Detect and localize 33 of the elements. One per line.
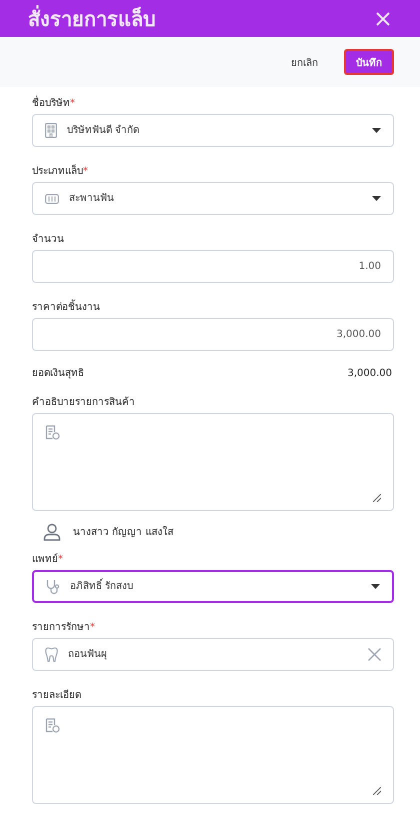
person-icon — [43, 523, 61, 541]
field-label: แพทย์* — [32, 553, 63, 566]
close-icon[interactable] — [376, 12, 390, 26]
number-field[interactable]: 1.00 — [32, 250, 394, 283]
note-icon — [45, 718, 60, 733]
resize-grip-icon[interactable] — [373, 494, 381, 502]
cancel-button[interactable]: ยกเลิก — [285, 50, 324, 74]
total-amount: 3,000.00 — [347, 367, 392, 380]
number-field[interactable]: 3,000.00 — [32, 318, 394, 351]
dropdown-caret-icon[interactable] — [371, 584, 380, 589]
field-label: ประเภทแล็บ* — [32, 165, 88, 178]
field-label: รายละเอียด — [32, 689, 81, 702]
building-icon — [45, 123, 57, 138]
dropdown-caret-icon[interactable] — [372, 128, 381, 133]
select-field[interactable]: สะพานฟัน — [32, 182, 394, 215]
stethoscope-icon — [46, 578, 60, 594]
patient-name: นางสาว กัญญา แสงใส — [73, 526, 174, 538]
bridge-icon — [45, 194, 59, 204]
select-field[interactable]: บริษัทฟันดี จำกัด — [32, 114, 394, 147]
note-icon — [45, 425, 60, 440]
dropdown-caret-icon[interactable] — [372, 196, 381, 201]
field-label: ราคาต่อชิ้นงาน — [32, 301, 100, 314]
field-label: จำนวน — [32, 233, 64, 246]
select-field[interactable]: อภิสิทธิ์ รักสงบ — [32, 570, 394, 603]
field-label: ชื่อบริษัท* — [32, 97, 75, 110]
field-label: ยอดเงินสุทธิ — [32, 367, 84, 380]
tooth-icon — [45, 647, 58, 662]
input-field[interactable]: ถอนฟันผุ — [32, 638, 394, 671]
field-label: รายการรักษา* — [32, 621, 95, 634]
save-button[interactable]: บันทึก — [344, 49, 394, 75]
field-label: คำอธิบายรายการสินค้า — [32, 396, 135, 409]
dialog-title: สั่งรายการแล็บ — [28, 4, 156, 32]
resize-grip-icon[interactable] — [373, 787, 381, 795]
